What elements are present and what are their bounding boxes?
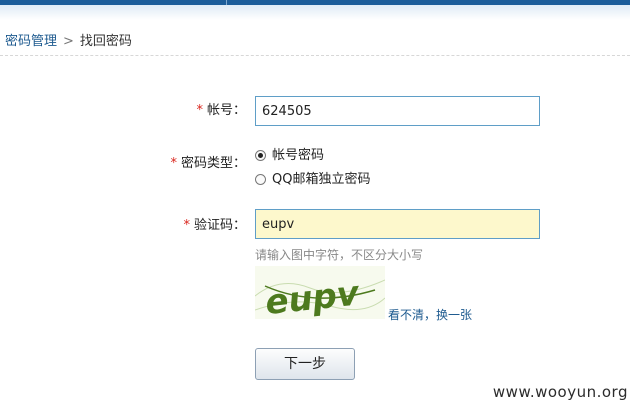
required-asterisk: * (183, 218, 190, 233)
top-header-bar (0, 0, 630, 20)
captcha-label-text: 验证码： (193, 218, 246, 233)
required-asterisk: * (196, 103, 203, 118)
next-step-button[interactable]: 下一步 (255, 348, 355, 380)
password-type-label-text: 密码类型： (180, 156, 246, 171)
captcha-input[interactable] (255, 209, 540, 239)
radio-unchecked-icon[interactable] (255, 174, 266, 185)
radio-qqmail-password-label: QQ邮箱独立密码 (272, 172, 371, 187)
radio-account-password[interactable]: 帐号密码 (255, 146, 324, 166)
breadcrumb-separator: > (63, 34, 74, 49)
breadcrumb-password-management[interactable]: 密码管理 (5, 34, 57, 49)
account-label-text: 帐号： (206, 103, 246, 118)
captcha-refresh-link[interactable]: 看不清，换一张 (388, 306, 472, 323)
captcha-hint: 请输入图中字符，不区分大小写 (255, 248, 424, 262)
account-input[interactable] (255, 96, 540, 126)
breadcrumb: 密码管理 > 找回密码 (5, 33, 132, 51)
dashed-divider (0, 55, 630, 56)
required-asterisk: * (170, 156, 177, 171)
radio-account-password-label: 帐号密码 (272, 148, 325, 163)
captcha-label: * 验证码： (183, 215, 246, 237)
captcha-image[interactable]: eupv (255, 266, 385, 319)
radio-qqmail-password[interactable]: QQ邮箱独立密码 (255, 170, 370, 190)
watermark: www.wooyun.org (492, 383, 628, 401)
header-divider (226, 0, 227, 5)
password-type-label: * 密码类型： (170, 153, 246, 175)
radio-checked-icon[interactable] (255, 150, 266, 161)
header-strip (0, 0, 630, 5)
breadcrumb-current: 找回密码 (79, 34, 132, 49)
account-label: * 帐号： (196, 100, 246, 122)
